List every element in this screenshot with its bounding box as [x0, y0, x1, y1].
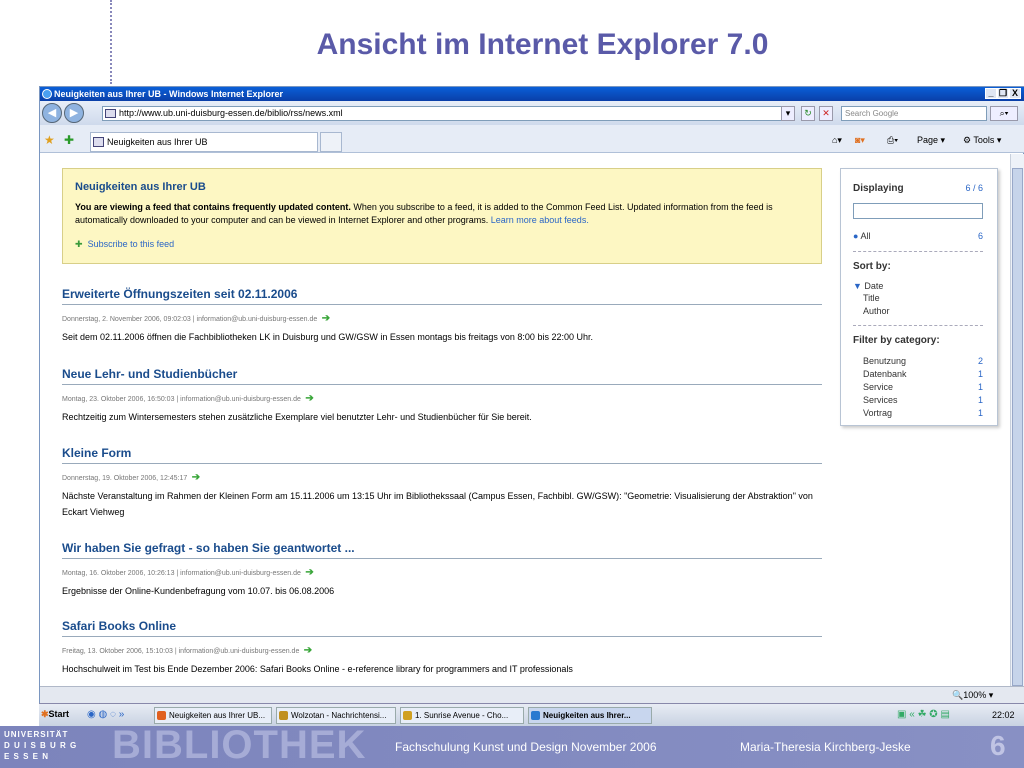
taskbar-item[interactable]: Neuigkeiten aus Ihrer UB... — [154, 707, 272, 724]
post-title[interactable]: Erweiterte Öffnungszeiten seit 02.11.200… — [62, 287, 822, 301]
sort-title[interactable]: Title — [863, 293, 880, 303]
arrow-icon[interactable]: ➔ — [322, 313, 330, 324]
arrow-icon[interactable]: ➔ — [304, 645, 312, 656]
sort-by-label: Sort by: — [853, 261, 891, 272]
university-logo: UNIVERSITÄT D U I S B U R GE S S E N — [4, 730, 78, 761]
new-tab-button[interactable] — [320, 132, 342, 152]
slide-title: Ansicht im Internet Explorer 7.0 — [316, 28, 769, 61]
stop-icon[interactable]: ✕ — [819, 106, 833, 121]
category-service[interactable]: Service — [863, 382, 893, 392]
window-title: Neuigkeiten aus Ihrer UB - Windows Inter… — [54, 89, 283, 99]
feed-message: You are viewing a feed that contains fre… — [75, 202, 773, 225]
post: Wir haben Sie gefragt - so haben Sie gea… — [62, 541, 822, 599]
page-menu[interactable]: Page ▾ — [917, 135, 945, 146]
displaying-count: 6 / 6 — [965, 183, 983, 193]
status-bar: 🔍100% ▾ — [40, 686, 1024, 703]
refresh-icon[interactable]: ↻ — [801, 106, 815, 121]
post-title[interactable]: Neue Lehr- und Studienbücher — [62, 367, 822, 381]
add-favorites-icon[interactable]: ✚ — [64, 133, 74, 147]
tab-feed[interactable]: Neuigkeiten aus Ihrer UB — [90, 132, 318, 152]
minimize-button[interactable]: _ — [985, 88, 997, 99]
post-body: Ergebnisse der Online-Kundenbefragung vo… — [62, 586, 335, 596]
filter-category-label: Filter by category: — [853, 335, 940, 346]
print-icon[interactable]: ⎙▾ — [887, 135, 898, 146]
post-meta: Freitag, 13. Oktober 2006, 15:10:03 | in… — [62, 648, 300, 655]
footer-course: Fachschulung Kunst und Design November 2… — [395, 740, 657, 754]
post-title[interactable]: Safari Books Online — [62, 619, 822, 633]
post-meta: Montag, 23. Oktober 2006, 16:50:03 | inf… — [62, 396, 301, 403]
post-meta: Montag, 16. Oktober 2006, 10:26:13 | inf… — [62, 570, 301, 577]
forward-button[interactable]: ▶ — [64, 103, 84, 123]
category-datenbank[interactable]: Datenbank — [863, 369, 907, 379]
taskbar-item[interactable]: Wolzotan - Nachrichtensi... — [276, 707, 396, 724]
sort-date[interactable]: ▼ Date — [853, 281, 883, 291]
page-icon — [105, 109, 116, 118]
arrow-icon[interactable]: ➔ — [192, 472, 200, 483]
maximize-button[interactable]: ❐ — [997, 88, 1009, 99]
bibliothek-wordmark: BIBLIOTHEK — [112, 723, 367, 767]
post-title[interactable]: Kleine Form — [62, 446, 822, 460]
post-body: Hochschulweit im Test bis Ende Dezember … — [62, 664, 573, 674]
close-button[interactable]: X — [1009, 88, 1021, 99]
ie-window: Neuigkeiten aus Ihrer UB - Windows Inter… — [39, 86, 1024, 726]
search-input[interactable]: Search Google — [841, 106, 987, 121]
back-button[interactable]: ◀ — [42, 103, 62, 123]
post-body: Seit dem 02.11.2006 öffnen die Fachbibli… — [62, 332, 593, 342]
post: Kleine Form Donnerstag, 19. Oktober 2006… — [62, 446, 822, 520]
quicklaunch-icons[interactable]: ◉ ◍ ◌ » — [87, 709, 124, 720]
arrow-icon[interactable]: ➔ — [305, 393, 313, 404]
zoom-level[interactable]: 🔍100% ▾ — [952, 690, 993, 701]
feed-notice: Neuigkeiten aus Ihrer UB You are viewing… — [62, 168, 822, 264]
post: Neue Lehr- und Studienbücher Montag, 23.… — [62, 367, 822, 425]
vertical-scrollbar[interactable] — [1010, 154, 1024, 686]
category-benutzung[interactable]: Benutzung — [863, 356, 906, 366]
url-field[interactable]: http://www.ub.uni-duisburg-essen.de/bibl… — [102, 106, 792, 121]
taskbar-item-active[interactable]: Neuigkeiten aus Ihrer... — [528, 707, 652, 724]
feeds-icon[interactable]: ◙▾ — [855, 135, 865, 146]
post-body: Nächste Veranstaltung im Rahmen der Klei… — [62, 491, 813, 517]
page-icon — [93, 137, 104, 147]
window-titlebar: Neuigkeiten aus Ihrer UB - Windows Inter… — [40, 87, 1024, 101]
feed-title: Neuigkeiten aus Ihrer UB — [75, 181, 206, 193]
arrow-icon[interactable]: ➔ — [305, 567, 313, 578]
learn-more-link[interactable]: Learn more about feeds. — [491, 215, 589, 225]
filter-all[interactable]: ● All — [853, 231, 870, 241]
footer-author: Maria-Theresia Kirchberg-Jeske — [740, 740, 911, 754]
subscribe-link[interactable]: ✚ Subscribe to this feed — [75, 239, 174, 250]
post: Erweiterte Öffnungszeiten seit 02.11.200… — [62, 287, 822, 345]
ie-icon — [42, 89, 52, 99]
displaying-label: Displaying — [853, 183, 904, 194]
search-icon[interactable]: ⌕▾ — [990, 106, 1018, 121]
category-vortrag[interactable]: Vortrag — [863, 408, 892, 418]
clock: 22:02 — [992, 710, 1015, 720]
feed-content: Neuigkeiten aus Ihrer UB You are viewing… — [40, 154, 1010, 686]
filter-panel: Displaying 6 / 6 ● All 6 Sort by: ▼ Date… — [840, 168, 998, 426]
post-meta: Donnerstag, 2. November 2006, 09:02:03 |… — [62, 316, 318, 323]
favorites-star-icon[interactable]: ★ — [44, 133, 55, 147]
category-services[interactable]: Services — [863, 395, 898, 405]
subscribe-icon: ✚ — [75, 239, 83, 249]
tools-menu[interactable]: ⚙ Tools ▾ — [963, 135, 1001, 146]
page-number: 6 — [990, 730, 1006, 761]
tray-icons[interactable]: ▣ « ☘ ✪ ▤ — [897, 709, 950, 720]
tab-bar: ★ ✚ Neuigkeiten aus Ihrer UB ⌂▾ ◙▾ ⎙▾ Pa… — [40, 125, 1024, 153]
address-dropdown[interactable]: ▾ — [781, 106, 795, 121]
home-icon[interactable]: ⌂▾ — [832, 135, 842, 146]
sort-author[interactable]: Author — [863, 306, 890, 316]
all-count: 6 — [977, 231, 983, 241]
slide-footer: UNIVERSITÄT D U I S B U R GE S S E N BIBL… — [0, 723, 1024, 768]
post-meta: Donnerstag, 19. Oktober 2006, 12:45:17 — [62, 475, 188, 482]
post-title[interactable]: Wir haben Sie gefragt - so haben Sie gea… — [62, 541, 822, 555]
address-bar: ◀ ▶ http://www.ub.uni-duisburg-essen.de/… — [40, 101, 1024, 125]
post-body: Rechtzeitig zum Wintersemesters stehen z… — [62, 412, 532, 422]
start-button[interactable]: ✱Start — [41, 707, 79, 724]
filter-search-input[interactable] — [853, 203, 983, 219]
taskbar-item[interactable]: 1. Sunrise Avenue - Cho... — [400, 707, 524, 724]
post: Safari Books Online Freitag, 13. Oktober… — [62, 619, 822, 677]
